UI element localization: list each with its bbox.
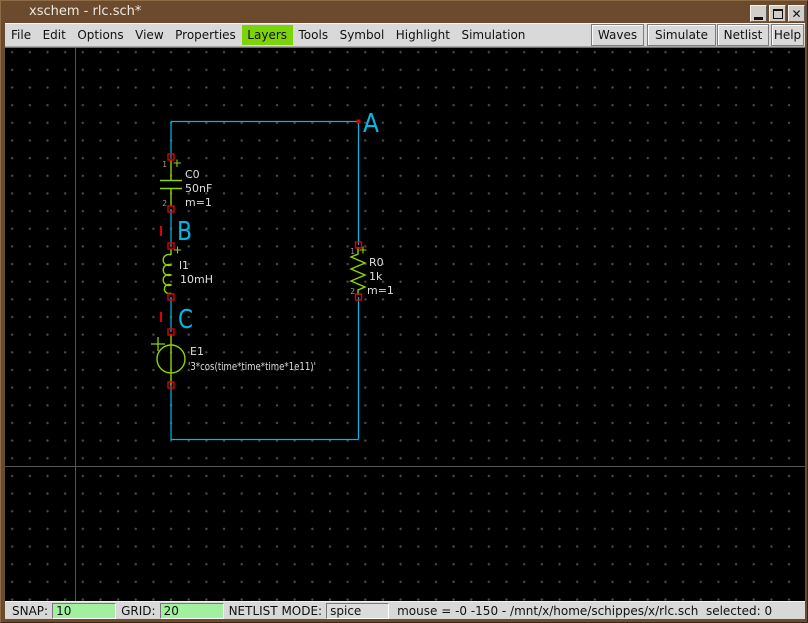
xschem-window: xschem - rlc.sch* ✕ File Edit Options Vi…: [0, 0, 808, 623]
resistor-mult[interactable]: m=1: [367, 284, 394, 297]
component-resistor[interactable]: 1 2 R0 1k m=1: [349, 246, 394, 298]
simulate-button[interactable]: Simulate: [647, 24, 716, 46]
menubar: File Edit Options View Properties Layers…: [5, 23, 805, 47]
window-controls: ✕: [750, 5, 805, 22]
capacitor-pin2-number: 2: [162, 199, 167, 208]
help-button[interactable]: Help: [771, 24, 804, 46]
menu-file[interactable]: File: [6, 25, 37, 45]
net-labels[interactable]: A B C: [177, 109, 379, 335]
statusbar-info: mouse = -0 -150 - /mnt/x/home/schippes/x…: [397, 603, 773, 618]
menu-layers[interactable]: Layers: [241, 25, 293, 45]
grid-label: GRID:: [121, 603, 156, 618]
close-icon: ✕: [791, 6, 802, 21]
titlebar[interactable]: xschem - rlc.sch* ✕: [1, 1, 807, 23]
maximize-button[interactable]: [769, 5, 786, 22]
window-title: xschem - rlc.sch*: [29, 4, 142, 19]
component-source[interactable]: E1 '3*cos(time*time*time*1e11)': [151, 335, 316, 385]
menu-symbol[interactable]: Symbol: [334, 25, 390, 45]
snap-label: SNAP:: [12, 603, 49, 618]
capacitor-value[interactable]: 50nF: [185, 182, 212, 195]
component-inductor[interactable]: l1 10mH: [162, 246, 213, 295]
schematic-canvas[interactable]: 1 2 C0 50nF m=1 l1 10mH E1 '3*cos(time*t…: [5, 47, 805, 602]
minimize-icon: [754, 16, 763, 20]
menu-properties[interactable]: Properties: [170, 25, 242, 45]
schematic-drawing: 1 2 C0 50nF m=1 l1 10mH E1 '3*cos(time*t…: [151, 109, 394, 441]
menu-view[interactable]: View: [130, 25, 169, 45]
menu-options[interactable]: Options: [72, 25, 129, 45]
resistor-pin1-number: 1: [350, 247, 355, 256]
grid-input[interactable]: 20: [159, 602, 224, 619]
resistor-name[interactable]: R0: [369, 256, 384, 269]
netlist-mode-label: NETLIST MODE:: [228, 603, 323, 618]
netlist-mode-input[interactable]: spice: [326, 602, 390, 619]
net-label-c[interactable]: C: [178, 305, 193, 335]
capacitor-pin1-number: 1: [162, 160, 167, 169]
maximize-icon: [772, 8, 783, 19]
close-button[interactable]: ✕: [788, 5, 805, 22]
snap-input[interactable]: 10: [52, 602, 117, 619]
inductor-value[interactable]: 10mH: [180, 273, 213, 286]
menu-tools[interactable]: Tools: [293, 25, 334, 45]
source-name[interactable]: E1: [190, 345, 204, 358]
minimize-button[interactable]: [750, 5, 767, 22]
component-capacitor[interactable]: 1 2 C0 50nF m=1: [160, 159, 212, 210]
net-label-b[interactable]: B: [177, 217, 192, 247]
net-label-a[interactable]: A: [363, 109, 379, 139]
resistor-value[interactable]: 1k: [369, 270, 383, 283]
statusbar: SNAP: 10 GRID: 20 NETLIST MODE: spice mo…: [5, 601, 805, 619]
capacitor-mult[interactable]: m=1: [185, 196, 212, 209]
menu-highlight[interactable]: Highlight: [390, 25, 455, 45]
capacitor-name[interactable]: C0: [185, 168, 200, 181]
waves-button[interactable]: Waves: [591, 24, 644, 46]
netlist-button[interactable]: Netlist: [717, 24, 769, 46]
menu-simulation[interactable]: Simulation: [456, 25, 531, 45]
inductor-name[interactable]: l1: [179, 259, 189, 272]
resistor-pin2-number: 2: [350, 287, 355, 296]
menu-edit[interactable]: Edit: [37, 25, 71, 45]
source-value[interactable]: '3*cos(time*time*time*1e11)': [188, 360, 316, 373]
